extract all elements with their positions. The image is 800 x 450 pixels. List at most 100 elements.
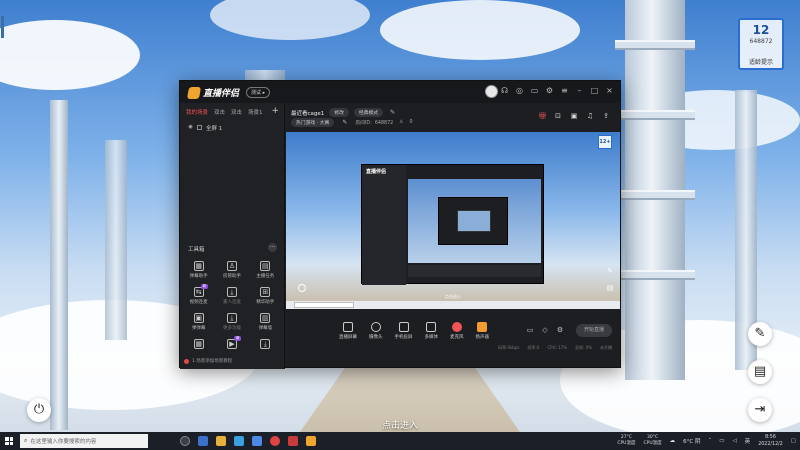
headset-icon[interactable]: ☊ <box>500 86 509 95</box>
mode-tag[interactable]: 经典模式 <box>353 108 384 117</box>
version-badge[interactable]: 测试 ▸ <box>246 87 271 98</box>
shield-icon[interactable]: ◇ <box>541 326 549 334</box>
input-language[interactable]: 英 <box>745 437 751 445</box>
close-icon[interactable]: × <box>605 86 614 95</box>
windows-taskbar: ⌕ 在这里输入你要搜索的内容 27°C CPU温度 30°C CPU温度 ☁ 6… <box>0 432 800 450</box>
download-icon: ⤓ <box>260 339 271 349</box>
tool-label: 弹弹幕 <box>191 326 206 331</box>
category-tag[interactable]: 热门游戏 · 大赛 <box>291 118 335 127</box>
toolbox-more-button[interactable]: ··· <box>268 243 277 252</box>
power-icon[interactable] <box>298 284 306 292</box>
tool-label: 精华助手 <box>256 300 275 305</box>
edit-icon[interactable]: ✎ <box>388 108 397 117</box>
copy-icon[interactable]: ▣ <box>570 112 578 120</box>
online-count: 0 <box>409 120 413 125</box>
media-button[interactable]: 多媒体 <box>425 322 438 340</box>
bell-icon[interactable]: ♫ <box>586 112 594 120</box>
tab-2[interactable]: 双击 <box>214 108 225 116</box>
cpu-temp-widget-1[interactable]: 27°C CPU温度 <box>617 435 635 447</box>
tool-danmu-wall[interactable]: ▥ 弹幕墙 <box>249 313 282 331</box>
menu-icon[interactable]: ≡ <box>560 86 569 95</box>
nested-search <box>294 302 354 308</box>
app-icon[interactable] <box>198 436 208 446</box>
task-view-icon[interactable] <box>180 436 190 446</box>
start-live-button[interactable]: 开始直播 <box>576 324 612 337</box>
tutorial-notice[interactable]: 1.场景添加场景教程 <box>184 358 232 364</box>
tool-danmu-assistant[interactable]: ▦ 弹幕助手 <box>182 261 215 279</box>
screen-capture-button[interactable]: 直播屏幕 <box>339 322 357 340</box>
app-icon[interactable] <box>270 436 280 446</box>
eye-icon[interactable]: ◉ <box>188 123 193 132</box>
tool-item-11[interactable]: 新 ▶ <box>215 336 248 349</box>
app-icon[interactable] <box>252 436 262 446</box>
speaker-button[interactable]: 扬声器 <box>476 322 489 340</box>
volume-icon[interactable]: ◁ <box>732 438 736 444</box>
wrench-icon: ✎ <box>754 326 766 341</box>
live-preview[interactable]: 12+ 直播伴侣 ✎ ▤ ⇥ 点击进入 <box>286 132 620 309</box>
live-companion-icon[interactable] <box>306 436 316 446</box>
message-icon[interactable]: ▭ <box>530 86 539 95</box>
source-buttons: 直播屏幕 摄像头 手机投屏 多媒体 麦克风 扬声器 <box>339 322 489 340</box>
minimize-icon[interactable]: – <box>575 86 584 95</box>
maximize-icon[interactable]: □ <box>590 86 599 95</box>
gear-icon[interactable]: ⚙ <box>556 326 564 334</box>
record-icon[interactable]: ◎ <box>515 86 524 95</box>
tab-my-scenes[interactable]: 我的场景 <box>186 108 208 116</box>
tool-label: 更多功能 <box>222 326 241 331</box>
nested-preview <box>408 179 541 263</box>
desktop-edge-marker <box>1 16 4 38</box>
tool-highlights[interactable]: ⊞ 精华助手 <box>249 287 282 305</box>
video-icon[interactable]: ▭ <box>526 326 534 334</box>
settings-icon[interactable]: ⚙ <box>545 86 554 95</box>
media-icon <box>426 322 437 332</box>
scene-item[interactable]: ◉ 全屏 1 <box>180 119 284 136</box>
tower <box>615 0 695 380</box>
weather-text[interactable]: 6°C 阴 <box>683 437 700 445</box>
cpu-temp-widget-2[interactable]: 30°C CPU温度 <box>643 435 661 447</box>
camera-button[interactable]: 摄像头 <box>369 322 383 340</box>
tool-room-manager[interactable]: ♙ 房管助手 <box>215 261 248 279</box>
add-scene-button[interactable]: + <box>271 106 279 116</box>
calendar-icon[interactable]: ▤ <box>606 284 614 292</box>
search-icon: ⌕ <box>24 437 28 444</box>
bitrate-status: 码率:0kbps <box>498 345 520 350</box>
tool-label: 弹幕墙 <box>258 326 273 331</box>
tool-danmu[interactable]: ▣ 弹弹幕 <box>182 313 215 331</box>
notification-icon[interactable]: ▢ <box>791 438 796 444</box>
gift-icon[interactable]: 🎁︎ <box>538 112 547 120</box>
nested-app-preview-2 <box>438 197 508 245</box>
click-to-enter[interactable]: 点击进入 <box>0 418 800 431</box>
room-title[interactable]: 最近看cage1 <box>291 109 324 117</box>
lock-icon[interactable]: ⊡ <box>554 112 562 120</box>
chevron-up-icon[interactable]: ˄ <box>708 438 711 444</box>
wrench-icon[interactable]: ✎ <box>606 267 614 275</box>
folder-icon[interactable] <box>216 436 226 446</box>
cpu-temp-label: CPU温度 <box>617 441 636 446</box>
room-actions: 🎁︎ ⊡ ▣ ♫ ⇪ <box>538 112 610 120</box>
tool-item-12[interactable]: ⤓ <box>249 339 282 349</box>
tab-3[interactable]: 双击 <box>231 108 242 116</box>
edge-icon[interactable] <box>234 436 244 446</box>
tool-item-10[interactable]: ▦ <box>182 339 215 349</box>
tool-anchor-task[interactable]: ▤ 主播任务 <box>249 261 282 279</box>
scene-tabs: 我的场景 双击 双击 场景1 <box>180 103 284 119</box>
tool-more-features[interactable]: ⤓ 更多功能 <box>215 313 248 331</box>
microphone-button[interactable]: 麦克风 <box>450 322 464 340</box>
calendar-button[interactable]: ▤ <box>748 360 772 384</box>
tool-guest-link[interactable]: ⤓ 嘉人连麦 <box>215 287 248 305</box>
scene-checkbox[interactable] <box>197 125 202 130</box>
edit-icon[interactable]: ✎ <box>340 118 349 127</box>
wrench-button[interactable]: ✎ <box>748 322 772 346</box>
edit-tag[interactable]: 修改 <box>329 108 349 117</box>
search-placeholder: 在这里输入你要搜索的内容 <box>30 439 97 445</box>
phone-cast-button[interactable]: 手机投屏 <box>395 322 413 340</box>
tool-video-link[interactable]: 新 ⇆ 视频连麦 <box>182 284 215 305</box>
share-icon[interactable]: ⇪ <box>602 112 610 120</box>
taskbar-search[interactable]: ⌕ 在这里输入你要搜索的内容 <box>20 434 148 448</box>
app-icon[interactable] <box>288 436 298 446</box>
user-avatar[interactable] <box>485 85 498 98</box>
start-button[interactable] <box>0 432 18 450</box>
clock[interactable]: 8:56 2022/12/2 <box>758 434 783 448</box>
tab-scene1[interactable]: 场景1 <box>248 108 263 116</box>
network-icon[interactable]: ▭ <box>719 438 724 444</box>
